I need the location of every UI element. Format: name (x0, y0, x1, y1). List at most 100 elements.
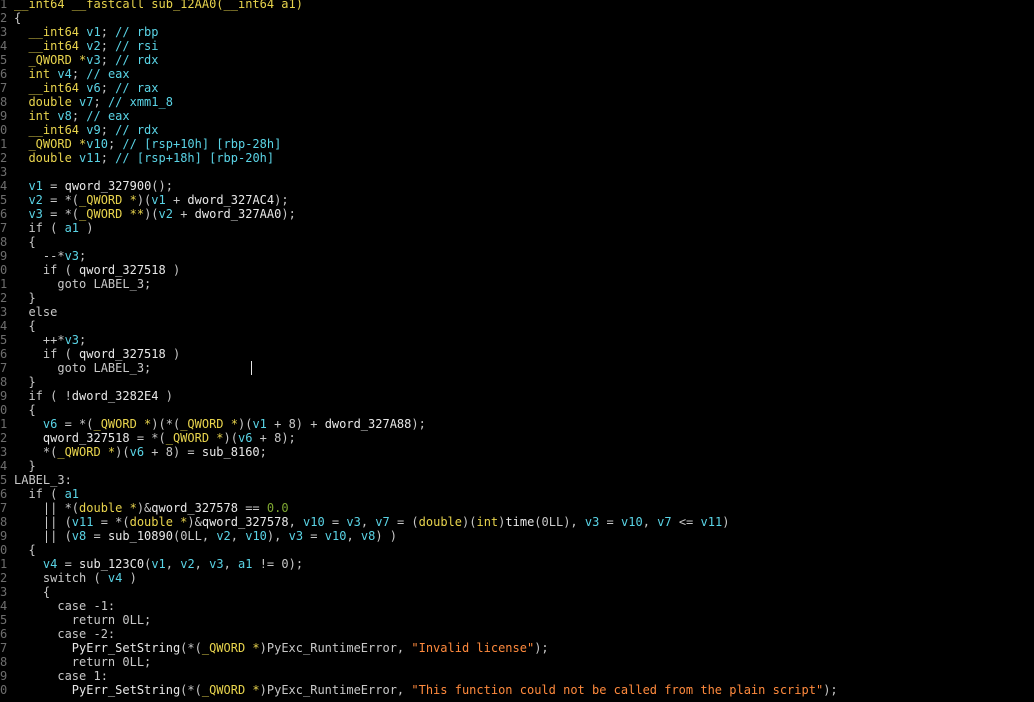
code-token: , (360, 515, 376, 529)
code-line[interactable]: 7 __int64 v6; // rax (0, 81, 1034, 95)
code-token: { (14, 319, 36, 333)
code-token: )( (144, 207, 159, 221)
line-number: 7 (0, 221, 8, 235)
code-token: , (230, 529, 246, 543)
code-line[interactable]: 6 if ( qword_327518 ) (0, 347, 1034, 361)
code-token: )& (187, 515, 202, 529)
code-token: _QWORD * (165, 431, 224, 445)
code-line[interactable]: 0 PyErr_SetString(*(_QWORD *)PyExc_Runti… (0, 683, 1034, 697)
line-number: 4 (0, 39, 8, 53)
code-text: switch ( v4 ) (8, 571, 137, 585)
code-token: dword_327AC4 (187, 193, 275, 207)
code-token: sub_123C0 (79, 557, 145, 571)
code-token: ) (79, 221, 94, 235)
code-line[interactable]: 1 v4 = sub_123C0(v1, v2, v3, a1 != 0); (0, 557, 1034, 571)
code-token: v6 (86, 81, 101, 95)
code-line[interactable]: 8 return 0LL; (0, 655, 1034, 669)
code-line[interactable]: 7 PyErr_SetString(*(_QWORD *)PyExc_Runti… (0, 641, 1034, 655)
code-text: __int64 v2; // rsi (8, 39, 158, 53)
code-line[interactable]: 3 { (0, 585, 1034, 599)
code-line[interactable]: 5 ++*v3; (0, 333, 1034, 347)
code-line[interactable]: 2 switch ( v4 ) (0, 571, 1034, 585)
code-text: case 1: (8, 669, 108, 683)
code-line[interactable]: 9 int v8; // eax (0, 109, 1034, 123)
code-line[interactable]: 4 } (0, 459, 1034, 473)
code-token: double (14, 151, 80, 165)
code-token: v2 (14, 193, 43, 207)
code-token: ; (79, 249, 87, 263)
code-line[interactable]: 5 LABEL_3: (0, 473, 1034, 487)
code-token: (); (151, 179, 173, 193)
code-line[interactable]: 6 v3 = *(_QWORD **)(v2 + dword_327AA0); (0, 207, 1034, 221)
code-line[interactable]: 5 v2 = *(_QWORD *)(v1 + dword_327AC4); (0, 193, 1034, 207)
code-line[interactable]: 3 else (0, 305, 1034, 319)
code-line[interactable]: 1 _QWORD *v10; // [rsp+10h] [rbp-28h] (0, 137, 1034, 151)
code-token: )( (136, 193, 152, 207)
code-line[interactable]: 3 *(_QWORD *)(v6 + 8) = sub_8160; (0, 445, 1034, 459)
code-token: v3 (209, 557, 224, 571)
code-token: + (172, 207, 195, 221)
code-token: ); (274, 193, 289, 207)
code-token: + 8); (252, 431, 296, 445)
code-token: v1 (14, 179, 43, 193)
code-token: , (165, 557, 181, 571)
code-token: ; (100, 25, 116, 39)
code-token: { (14, 543, 36, 557)
code-line[interactable]: 4 case -1: (0, 599, 1034, 613)
code-line[interactable]: 6 case -2: (0, 627, 1034, 641)
code-line[interactable]: 6 if ( a1 (0, 487, 1034, 501)
code-token: v7 (79, 95, 94, 109)
code-line[interactable]: 8 || (v11 = *(double *)&qword_327578, v1… (0, 515, 1034, 529)
code-text: if ( a1 ) (8, 221, 93, 235)
code-line[interactable]: 7 if ( a1 ) (0, 221, 1034, 235)
line-number: 7 (0, 641, 8, 655)
code-text: if ( a1 (8, 487, 79, 501)
code-line[interactable]: 0 if ( qword_327518 ) (0, 263, 1034, 277)
code-token: v8 (57, 109, 72, 123)
code-line[interactable]: 2 double v11; // [rsp+18h] [rbp-20h] (0, 151, 1034, 165)
code-line[interactable]: 4 __int64 v2; // rsi (0, 39, 1034, 53)
code-line[interactable]: 4 { (0, 319, 1034, 333)
code-line[interactable]: 0 { (0, 403, 1034, 417)
code-line[interactable]: 7 || *(double *)&qword_327578 == 0.0 (0, 501, 1034, 515)
code-line[interactable]: 9 --*v3; (0, 249, 1034, 263)
code-text: double v11; // [rsp+18h] [rbp-20h] (8, 151, 274, 165)
code-line[interactable]: 0 { (0, 543, 1034, 557)
code-token: qword_327518 (14, 431, 130, 445)
pseudocode-view[interactable]: 1 __int64 __fastcall sub_12AA0(__int64 a1… (0, 0, 1034, 702)
line-number: 4 (0, 179, 8, 193)
code-line[interactable]: 9 if ( !dword_3282E4 ) (0, 389, 1034, 403)
code-token: ; (100, 39, 116, 53)
code-line[interactable]: 4 v1 = qword_327900(); (0, 179, 1034, 193)
code-line[interactable]: 2 } (0, 291, 1034, 305)
code-line[interactable]: 2{ (0, 11, 1034, 25)
code-line[interactable]: 8 { (0, 235, 1034, 249)
line-number: 0 (0, 403, 8, 417)
code-token: --* (14, 249, 65, 263)
line-number: 9 (0, 669, 8, 683)
code-line[interactable]: 5 return 0LL; (0, 613, 1034, 627)
code-line[interactable]: 8 } (0, 375, 1034, 389)
code-line[interactable]: 9 || (v8 = sub_10890(0LL, v2, v10), v3 =… (0, 529, 1034, 543)
code-line[interactable]: 3 __int64 v1; // rbp (0, 25, 1034, 39)
code-line[interactable]: 2 qword_327518 = *(_QWORD *)(v6 + 8); (0, 431, 1034, 445)
code-token: *( (14, 445, 58, 459)
code-token: v6 (237, 431, 253, 445)
code-line[interactable]: 7 goto LABEL_3; (0, 361, 1034, 375)
line-number: 1 (0, 417, 8, 431)
code-token: ; (259, 445, 267, 459)
code-token: )& (136, 501, 152, 515)
code-line[interactable]: 0 __int64 v9; // rdx (0, 123, 1034, 137)
code-line[interactable]: 1 __int64 __fastcall sub_12AA0(__int64 a1… (0, 0, 1034, 11)
code-line[interactable]: 1 v6 = *(_QWORD *)(*(_QWORD *)(v1 + 8) +… (0, 417, 1034, 431)
code-token: = (57, 557, 80, 571)
code-line[interactable]: 1 goto LABEL_3; (0, 277, 1034, 291)
code-line[interactable]: 3 (0, 165, 1034, 179)
line-number: 3 (0, 585, 8, 599)
code-token: v4 (107, 571, 123, 585)
code-line[interactable]: 8 double v7; // xmm1_8 (0, 95, 1034, 109)
code-line[interactable]: 6 int v4; // eax (0, 67, 1034, 81)
line-number: 8 (0, 515, 8, 529)
code-line[interactable]: 5 _QWORD *v3; // rdx (0, 53, 1034, 67)
code-line[interactable]: 9 case 1: (0, 669, 1034, 683)
